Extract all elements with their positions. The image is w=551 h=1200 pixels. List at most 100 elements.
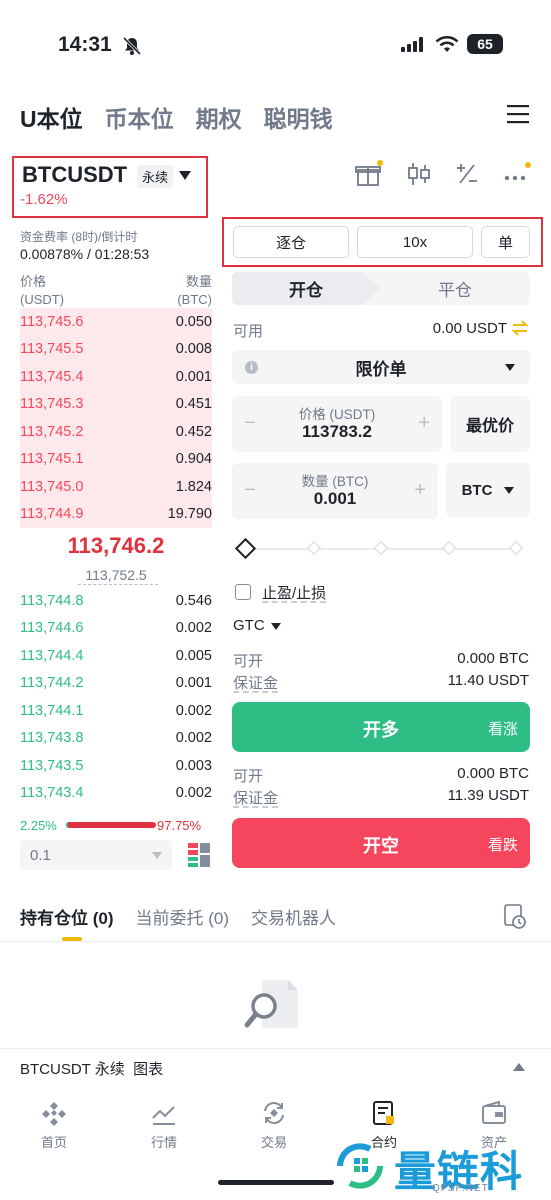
- status-time: 14:31: [58, 33, 112, 56]
- price-input-label: 价格 (USDT): [298, 407, 376, 422]
- orderbook-bid-row[interactable]: 113,744.2 0.001: [20, 670, 212, 698]
- available-value: 0.00 USDT: [432, 320, 507, 337]
- funding-rate-label: 资金费率 (8时)/倒计时: [20, 230, 138, 244]
- orderbook-bid-row[interactable]: 113,743.5 0.003: [20, 752, 212, 780]
- caret-down-icon: [504, 486, 515, 494]
- long-margin-label: 保证金: [233, 675, 279, 692]
- tab-trading-bots[interactable]: 交易机器人: [251, 904, 336, 929]
- orderbook-price: 113,745.5: [20, 341, 84, 358]
- orderbook-ask-row[interactable]: 113,745.2 0.452: [20, 418, 212, 446]
- quantity-input[interactable]: − 数量 (BTC) 0.001 +: [232, 463, 438, 519]
- last-price[interactable]: 113,746.2: [20, 533, 212, 559]
- tpsl-label[interactable]: 止盈/止损: [262, 582, 326, 603]
- tab-open-position[interactable]: 开仓: [232, 272, 380, 305]
- tab-smart-money[interactable]: 聪明钱: [264, 100, 333, 134]
- nav-trade[interactable]: 交易: [234, 1100, 314, 1151]
- symbol-name[interactable]: BTCUSDT: [22, 162, 127, 188]
- watermark-logo-icon: [337, 1143, 383, 1189]
- depth-precision-select[interactable]: 0.1: [20, 840, 172, 870]
- gift-icon[interactable]: [355, 160, 383, 188]
- positions-tabs: 持有仓位 (0) 当前委托 (0) 交易机器人: [20, 904, 336, 929]
- trade-swap-icon: [264, 1102, 284, 1124]
- orderbook-bid-row[interactable]: 113,744.6 0.002: [20, 615, 212, 643]
- candlestick-chart-icon[interactable]: [407, 161, 431, 187]
- nav-home[interactable]: 首页: [14, 1100, 94, 1151]
- available-label: 可用: [233, 323, 264, 340]
- orderbook-bid-row[interactable]: 113,744.4 0.005: [20, 642, 212, 670]
- order-type-select[interactable]: 限价单: [232, 350, 530, 384]
- quantity-slider-handle[interactable]: [234, 537, 257, 560]
- orderbook-layout-icon[interactable]: [188, 843, 210, 867]
- orderbook-ask-row[interactable]: 113,745.0 1.824: [20, 473, 212, 501]
- hamburger-menu-icon[interactable]: [507, 104, 529, 124]
- tab-coin-margined[interactable]: 币本位: [105, 100, 174, 134]
- quantity-input-label: 数量 (BTC): [301, 474, 369, 489]
- tab-options[interactable]: 期权: [196, 100, 242, 134]
- slider-step-100[interactable]: [508, 540, 524, 556]
- empty-state-icon: [244, 980, 298, 1028]
- position-mode-button[interactable]: 单: [481, 226, 530, 258]
- orderbook-price: 113,744.2: [20, 675, 84, 692]
- price-input-value[interactable]: 113783.2: [232, 422, 442, 442]
- transfer-icon[interactable]: [511, 319, 529, 337]
- open-short-sub: 看跌: [487, 837, 518, 854]
- open-short-button[interactable]: 开空 看跌: [232, 818, 530, 868]
- time-in-force-select[interactable]: GTC: [233, 617, 265, 634]
- price-increment-button[interactable]: +: [418, 412, 430, 435]
- price-input[interactable]: − 价格 (USDT) 113783.2 +: [232, 396, 442, 452]
- contract-type-tabs: U本位 币本位 期权 聪明钱: [20, 100, 333, 134]
- best-price-button[interactable]: 最优价: [450, 396, 530, 452]
- wallet-icon: [482, 1100, 506, 1124]
- tab-positions[interactable]: 持有仓位 (0): [20, 904, 114, 929]
- orderbook-price: 113,745.3: [20, 396, 84, 413]
- orderbook-price: 113,745.2: [20, 423, 84, 440]
- long-margin-value: 11.40 USDT: [447, 672, 529, 689]
- short-openable-label: 可开: [233, 768, 264, 785]
- depth-value: 0.1: [30, 846, 51, 864]
- cellular-signal-icon: [401, 37, 423, 52]
- orderbook-bid-row[interactable]: 113,743.4 0.002: [20, 780, 212, 808]
- caret-up-icon[interactable]: [513, 1063, 525, 1071]
- funding-rate-value: 0.00878% / 01:28:53: [20, 246, 150, 262]
- home-indicator: [218, 1180, 334, 1185]
- slider-step-25[interactable]: [306, 540, 322, 556]
- nav-markets[interactable]: 行情: [124, 1100, 204, 1151]
- orderbook-qty: 19.790: [167, 506, 212, 523]
- wifi-icon: [435, 35, 459, 52]
- tab-open-orders[interactable]: 当前委托 (0): [136, 904, 230, 929]
- leverage-button[interactable]: 10x: [357, 226, 473, 258]
- tab-usdt-margined[interactable]: U本位: [20, 100, 83, 134]
- open-long-button[interactable]: 开多 看涨: [232, 702, 530, 752]
- quantity-unit-select[interactable]: BTC: [446, 463, 530, 517]
- quantity-input-value[interactable]: 0.001: [232, 489, 438, 509]
- orderbook-qty: 0.050: [175, 313, 212, 330]
- nav-markets-label: 行情: [150, 1135, 177, 1150]
- orderbook-ask-row[interactable]: 113,745.3 0.451: [20, 390, 212, 418]
- more-options-icon[interactable]: [503, 162, 531, 186]
- orderbook-qty: 0.002: [175, 620, 212, 637]
- orderbook-price: 113,744.1: [20, 702, 84, 719]
- orderbook-ask-row[interactable]: 113,745.4 0.001: [20, 363, 212, 391]
- orderbook-ask-row[interactable]: 113,745.5 0.008: [20, 335, 212, 363]
- orderbook-ask-row[interactable]: 113,744.9 19.790: [20, 500, 212, 528]
- orderbook-ask-row[interactable]: 113,745.6 0.050: [20, 308, 212, 336]
- orderbook-ask-row[interactable]: 113,745.1 0.904: [20, 445, 212, 473]
- slider-step-75[interactable]: [441, 540, 457, 556]
- quantity-increment-button[interactable]: +: [414, 479, 426, 502]
- orderbook-bid-row[interactable]: 113,743.8 0.002: [20, 725, 212, 753]
- caret-down-icon[interactable]: [179, 171, 191, 180]
- markets-chart-icon: [152, 1106, 175, 1125]
- tpsl-checkbox[interactable]: [235, 584, 251, 600]
- margin-mode-button[interactable]: 逐仓: [233, 226, 349, 258]
- orderbook-bid-row[interactable]: 113,744.1 0.002: [20, 697, 212, 725]
- caret-down-icon: [271, 623, 281, 630]
- calculator-icon[interactable]: [455, 162, 479, 186]
- open-long-label: 开多: [363, 720, 399, 740]
- orderbook-qty: 0.546: [175, 592, 212, 609]
- orderbook-price: 113,745.1: [20, 451, 84, 468]
- orderbook-bid-row[interactable]: 113,744.8 0.546: [20, 587, 212, 615]
- history-icon[interactable]: [503, 903, 527, 929]
- info-icon[interactable]: i: [245, 361, 258, 374]
- slider-step-50[interactable]: [373, 540, 389, 556]
- tab-close-position[interactable]: 平仓: [390, 272, 520, 305]
